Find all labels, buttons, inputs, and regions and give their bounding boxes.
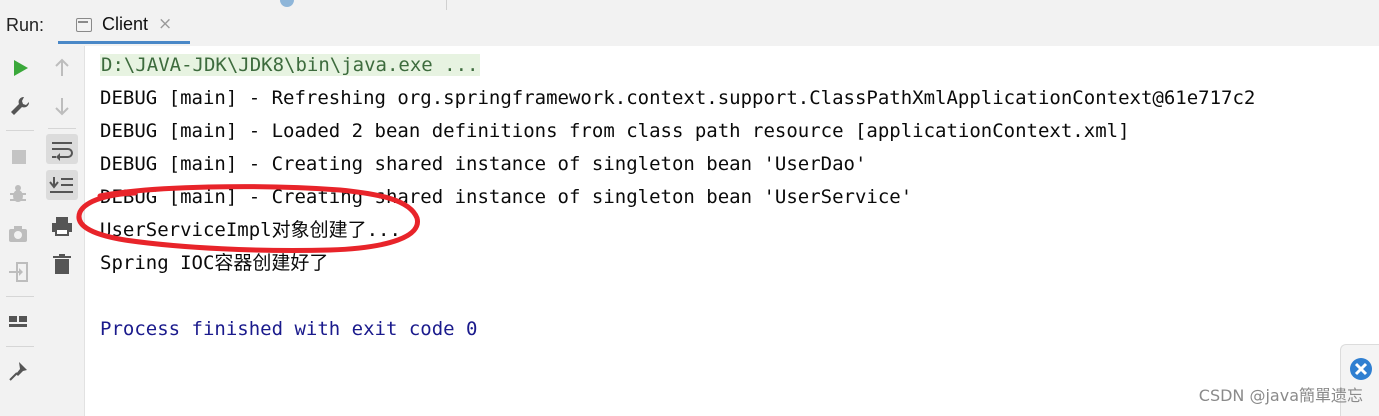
tab-client[interactable]: Client × — [58, 8, 190, 44]
run-tool-window-header: Run: Client × — [0, 0, 1379, 47]
run-toolbar-secondary — [40, 46, 85, 416]
console-output[interactable]: D:\JAVA-JDK\JDK8\bin\java.exe ... DEBUG … — [85, 46, 1379, 416]
arrow-down-icon[interactable] — [48, 92, 76, 120]
toolbar-separator — [6, 346, 34, 347]
soft-wrap-icon[interactable] — [46, 134, 78, 164]
stop-icon[interactable] — [6, 142, 34, 170]
pin-icon[interactable] — [6, 358, 34, 386]
arrow-up-icon[interactable] — [48, 54, 76, 82]
tab-status-dot — [280, 0, 294, 7]
run-icon[interactable] — [6, 54, 34, 82]
login-icon[interactable] — [6, 258, 34, 286]
console-line-exit: Process finished with exit code 0 — [100, 318, 478, 340]
wrench-icon[interactable] — [6, 92, 34, 120]
watermark: CSDN @java簡單遗忘 — [1198, 386, 1363, 405]
print-icon[interactable] — [48, 212, 76, 240]
console-icon — [76, 18, 92, 32]
header-separator — [446, 0, 447, 10]
run-toolbar-primary — [0, 46, 41, 416]
console-line: DEBUG [main] - Creating shared instance … — [100, 186, 913, 208]
run-label: Run: — [6, 15, 45, 35]
close-tab-icon[interactable]: × — [158, 14, 172, 34]
console-line: UserServiceImpl对象创建了... — [100, 219, 401, 241]
console-line: DEBUG [main] - Creating shared instance … — [100, 153, 867, 175]
toolbar-separator — [6, 296, 34, 297]
toolbar-separator — [48, 128, 76, 129]
console-line-command: D:\JAVA-JDK\JDK8\bin\java.exe ... — [100, 54, 480, 76]
camera-icon[interactable] — [6, 220, 34, 248]
tab-client-label: Client — [102, 14, 149, 34]
console-line: DEBUG [main] - Loaded 2 bean definitions… — [100, 120, 1130, 142]
bug-icon[interactable] — [6, 180, 34, 208]
trash-icon[interactable] — [48, 250, 76, 278]
console-line: DEBUG [main] - Refreshing org.springfram… — [100, 87, 1256, 109]
toolbar-separator — [6, 130, 34, 131]
scroll-to-end-icon[interactable] — [46, 170, 78, 200]
layout-icon[interactable] — [6, 308, 34, 336]
console-line: Spring IOC容器创建好了 — [100, 252, 329, 274]
